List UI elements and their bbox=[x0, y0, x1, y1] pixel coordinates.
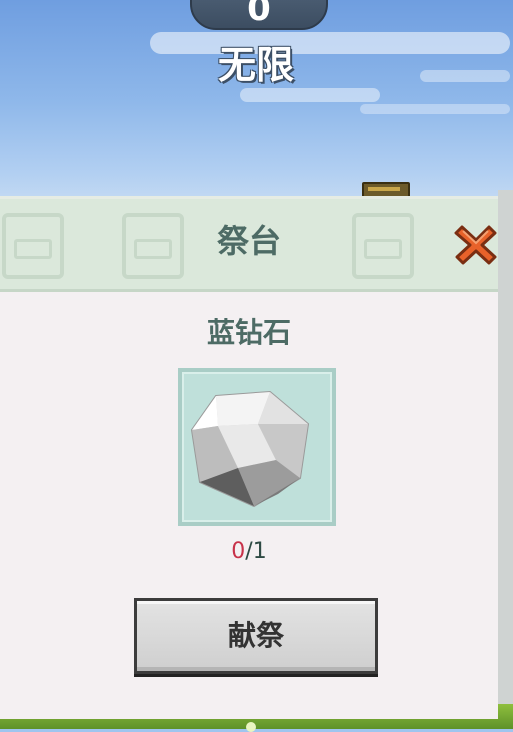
dialog-title: 祭台 bbox=[216, 222, 281, 260]
cloud bbox=[420, 70, 510, 82]
item-count: 0/1 bbox=[0, 539, 498, 565]
item-name: 蓝钻石 bbox=[206, 316, 291, 349]
item-slot bbox=[178, 368, 336, 526]
item-count-need: /1 bbox=[245, 539, 267, 564]
hud-label: 无限 bbox=[217, 43, 294, 87]
donate-button[interactable]: 献祭 bbox=[134, 598, 378, 674]
ground-marker bbox=[246, 722, 256, 732]
altar-dialog: 祭台 蓝钻石 0/1 献祭 bbox=[0, 196, 498, 719]
hud-counter: 0 bbox=[190, 0, 328, 30]
item-count-have: 0 bbox=[231, 539, 246, 564]
dialog-header: 祭台 bbox=[0, 199, 498, 292]
hud-count: 0 bbox=[247, 0, 271, 29]
diamond-icon bbox=[190, 390, 310, 508]
cloud bbox=[240, 88, 380, 102]
cloud bbox=[360, 104, 510, 114]
close-button[interactable] bbox=[452, 221, 498, 269]
donate-button-label: 献祭 bbox=[227, 619, 284, 652]
close-x-icon bbox=[454, 225, 497, 265]
background-wall bbox=[498, 190, 513, 710]
